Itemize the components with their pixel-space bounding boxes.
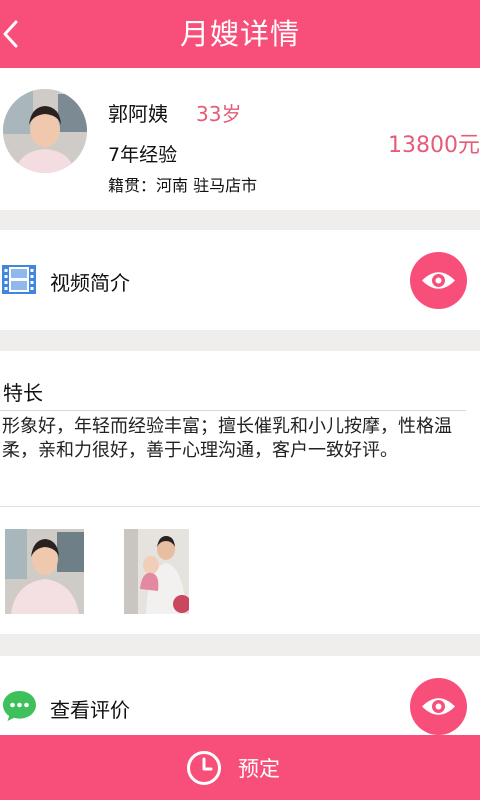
book-label: 预定: [238, 757, 280, 781]
reviews-label: 查看评价: [50, 698, 130, 722]
specialty-description: 形象好，年轻而经验丰富；擅长催乳和小儿按摩，性格温柔，亲和力很好，善于心理沟通，…: [2, 416, 452, 461]
nanny-age: 33岁: [196, 102, 242, 126]
divider: [0, 506, 480, 507]
video-intro-row[interactable]: 视频简介: [0, 230, 480, 330]
avatar: [3, 89, 87, 173]
experience-years: 7年经验: [108, 144, 178, 166]
chat-bubble-icon: [2, 689, 37, 722]
clock-icon: [186, 750, 222, 786]
app-header: 月嫂详情: [0, 0, 480, 68]
view-video-button[interactable]: [410, 252, 467, 309]
film-icon: [2, 265, 36, 294]
divider: [0, 410, 466, 411]
reviews-row[interactable]: 查看评价: [0, 656, 480, 736]
view-reviews-button[interactable]: [410, 678, 467, 735]
nanny-photo[interactable]: [5, 529, 84, 614]
specialty-title: 特长: [3, 381, 43, 405]
nanny-name: 郭阿姨: [108, 102, 168, 126]
hometown: 籍贯：河南 驻马店市: [108, 176, 258, 195]
bottom-bar: 预定: [0, 735, 480, 800]
page-title: 月嫂详情: [179, 17, 300, 51]
book-button[interactable]: 预定: [0, 735, 480, 800]
specialty-section: 特长 形象好，年轻而经验丰富；擅长催乳和小儿按摩，性格温柔，亲和力很好，善于心理…: [0, 351, 480, 634]
price: 13800元: [388, 133, 480, 158]
nanny-with-baby-photo[interactable]: [124, 529, 189, 614]
video-intro-label: 视频简介: [50, 271, 130, 295]
nanny-profile-card: 郭阿姨 33岁 7年经验 籍贯：河南 驻马店市 13800元: [0, 68, 480, 210]
